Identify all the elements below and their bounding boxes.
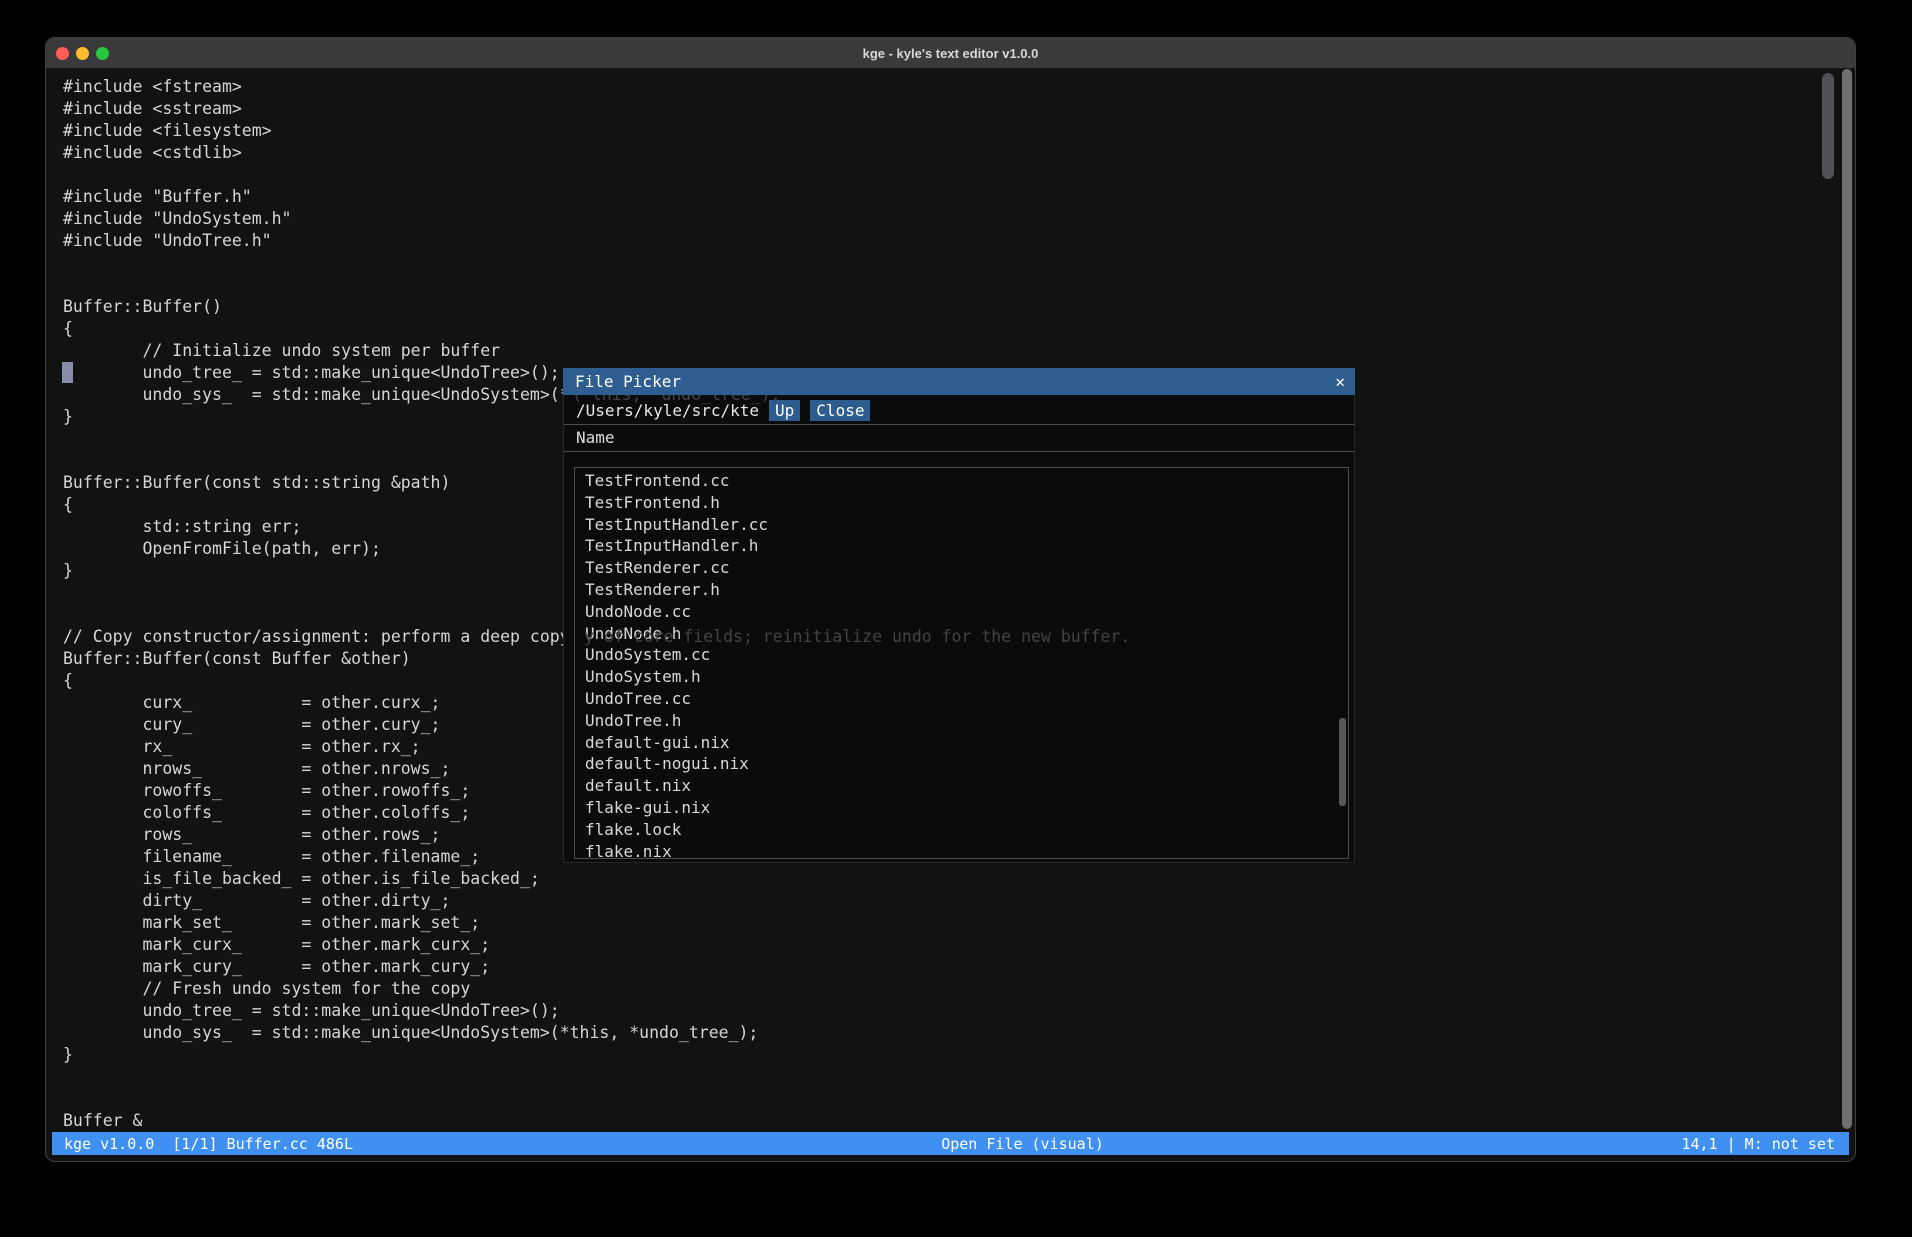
file-item[interactable]: TestFrontend.cc xyxy=(575,470,1348,492)
window-scrollbar[interactable] xyxy=(1842,69,1852,1129)
file-item[interactable]: flake.lock xyxy=(575,819,1348,841)
file-item[interactable]: TestInputHandler.h xyxy=(575,535,1348,557)
dialog-close-icon[interactable]: ✕ xyxy=(1335,368,1345,395)
file-item[interactable]: UndoSystem.h xyxy=(575,666,1348,688)
file-item[interactable]: UndoTree.cc xyxy=(575,688,1348,710)
text-cursor xyxy=(62,362,73,383)
dialog-name-row: Name xyxy=(564,424,1354,451)
ghost-code-line-2: y of core fields; reinitialize undo for … xyxy=(584,626,1130,648)
file-item[interactable]: flake-gui.nix xyxy=(575,797,1348,819)
status-file-info: kge v1.0.0 [1/1] Buffer.cc 486L xyxy=(52,1135,353,1153)
file-item[interactable]: default-gui.nix xyxy=(575,732,1348,754)
file-list-scrollbar-thumb[interactable] xyxy=(1339,718,1346,806)
file-item[interactable]: UndoNode.cc xyxy=(575,601,1348,623)
status-mode: Open File (visual) xyxy=(941,1135,1104,1153)
close-button[interactable]: Close xyxy=(810,400,870,421)
file-item[interactable]: TestFrontend.h xyxy=(575,492,1348,514)
status-cursor-position: 14,1 | M: not set xyxy=(1681,1135,1835,1153)
title-bar[interactable]: kge - kyle's text editor v1.0.0 xyxy=(46,38,1855,68)
page-background: kge - kyle's text editor v1.0.0 #include… xyxy=(0,0,1912,1237)
file-picker-dialog: (*this, *undo_tree_); y of core fields; … xyxy=(563,368,1355,863)
file-item[interactable]: TestInputHandler.cc xyxy=(575,514,1348,536)
file-list[interactable]: TestFrontend.ccTestFrontend.hTestInputHa… xyxy=(574,467,1349,859)
dialog-separator-2 xyxy=(564,451,1354,452)
file-item[interactable]: TestRenderer.cc xyxy=(575,557,1348,579)
dialog-title-bar[interactable]: File Picker ✕ xyxy=(563,368,1355,395)
file-item[interactable]: default-nogui.nix xyxy=(575,753,1348,775)
file-item[interactable]: flake.nix xyxy=(575,841,1348,859)
file-item[interactable]: TestRenderer.h xyxy=(575,579,1348,601)
file-item[interactable]: default.nix xyxy=(575,775,1348,797)
status-bar: kge v1.0.0 [1/1] Buffer.cc 486L Open Fil… xyxy=(52,1132,1849,1155)
dialog-title: File Picker xyxy=(575,372,681,391)
file-item[interactable]: UndoTree.h xyxy=(575,710,1348,732)
name-column-header: Name xyxy=(576,428,615,447)
editor-scrollbar-thumb[interactable] xyxy=(1822,73,1834,179)
window-title: kge - kyle's text editor v1.0.0 xyxy=(46,46,1855,61)
